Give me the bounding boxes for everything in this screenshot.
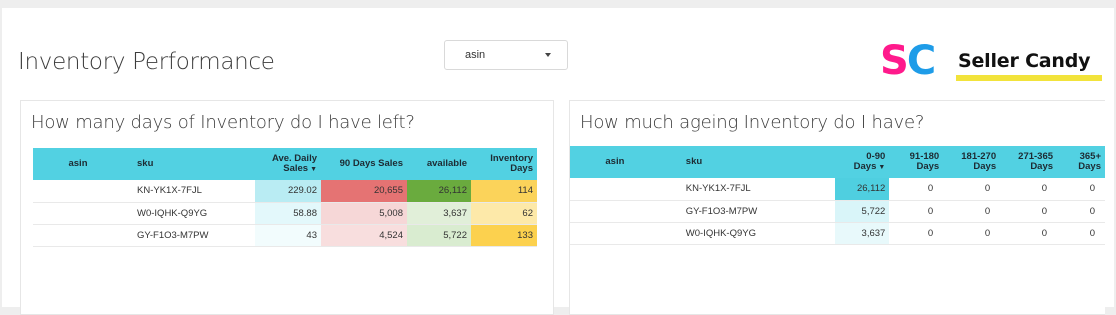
cell-sku: W0-IQHK-Q9YG (123, 202, 255, 225)
col-90-days-sales[interactable]: 90 Days Sales (321, 148, 407, 180)
header-line: Days (853, 160, 877, 172)
cell-365-plus-days: 0 (1057, 178, 1105, 201)
brand-name: Seller Candy (958, 50, 1091, 72)
cell-inventory-days: 114 (471, 180, 537, 203)
cell-sku: KN-YK1X-7FJL (123, 180, 255, 203)
col-asin[interactable]: asin (33, 148, 123, 180)
col-365-plus-days[interactable]: 365+ Days (1057, 146, 1105, 178)
cell-0-90-days: 5,722 (835, 200, 890, 223)
col-sku[interactable]: sku (659, 146, 836, 178)
cell-90-days-sales: 20,655 (321, 180, 407, 203)
cell-ave-daily-sales: 229.02 (255, 180, 321, 203)
col-0-90-days[interactable]: 0-90 Days ▼ (835, 146, 890, 178)
cell-181-270-days: 0 (943, 178, 1001, 201)
brand-underline (956, 75, 1102, 81)
col-271-365-days[interactable]: 271-365 Days (1000, 146, 1058, 178)
cell-available: 26,112 (407, 180, 471, 203)
ageing-inventory-panel: How much ageing Inventory do I have? asi… (569, 100, 1105, 315)
cell-0-90-days: 26,112 (835, 178, 890, 201)
cell-sku: GY-F1O3-M7PW (123, 224, 255, 247)
col-181-270-days[interactable]: 181-270 Days (943, 146, 1001, 178)
cell-ave-daily-sales: 43 (255, 224, 321, 247)
col-91-180-days[interactable]: 91-180 Days (889, 146, 944, 178)
cell-inventory-days: 133 (471, 224, 537, 247)
table-header-row: asin sku 0-90 Days▼ 91-180 Days 181-270 (570, 146, 1105, 178)
asin-dropdown[interactable]: asin (444, 40, 568, 70)
cell-sku: GY-F1O3-M7PW (659, 200, 836, 223)
panel-title: How much ageing Inventory do I have? (580, 112, 925, 133)
days-of-inventory-table: asin sku Ave. Daily Sales ▼ 90 Days Sales… (33, 148, 537, 247)
cell-asin (570, 222, 660, 245)
col-inventory-days[interactable]: Inventory Days (471, 148, 537, 180)
cell-available: 3,637 (407, 202, 471, 225)
sort-desc-icon[interactable]: ▼ (310, 165, 317, 175)
cell-asin (33, 202, 123, 225)
ageing-inventory-table: asin sku 0-90 Days▼ 91-180 Days 181-270 (570, 146, 1105, 245)
cell-asin (33, 180, 123, 203)
cell-90-days-sales: 5,008 (321, 202, 407, 225)
report-canvas: Inventory Performance asin SC Seller Can… (2, 8, 1114, 315)
header-line: Sales (283, 162, 309, 174)
col-asin[interactable]: asin (570, 146, 660, 178)
cell-271-365-days: 0 (1000, 222, 1058, 245)
panel-title: How many days of Inventory do I have lef… (31, 112, 415, 133)
table-row[interactable]: GY-F1O3-M7PW 5,722 0 0 0 0 (570, 200, 1105, 223)
cell-271-365-days: 0 (1000, 200, 1058, 223)
cell-available: 5,722 (407, 224, 471, 247)
cell-inventory-days: 62 (471, 202, 537, 225)
header-line: Days (1078, 161, 1101, 172)
cell-asin (33, 224, 123, 247)
col-ave-daily-sales[interactable]: Ave. Daily Sales ▼ (255, 148, 321, 180)
days-of-inventory-panel: How many days of Inventory do I have lef… (20, 100, 554, 315)
cell-91-180-days: 0 (889, 222, 944, 245)
cell-asin (570, 178, 660, 201)
header-line: Days (510, 163, 533, 174)
logo-mark: SC (880, 38, 936, 84)
seller-candy-logo: SC Seller Candy (880, 38, 1104, 84)
cell-181-270-days: 0 (943, 200, 1001, 223)
table-row[interactable]: GY-F1O3-M7PW 43 4,524 5,722 133 (33, 224, 537, 247)
table-row[interactable]: KN-YK1X-7FJL 26,112 0 0 0 0 (570, 178, 1105, 201)
col-sku[interactable]: sku (123, 148, 255, 180)
cell-181-270-days: 0 (943, 222, 1001, 245)
cell-271-365-days: 0 (1000, 178, 1058, 201)
table-header-row: asin sku Ave. Daily Sales ▼ 90 Days Sales… (33, 148, 537, 180)
cell-91-180-days: 0 (889, 200, 944, 223)
header-line: Days (973, 161, 997, 172)
page-title: Inventory Performance (18, 49, 275, 75)
cell-0-90-days: 3,637 (835, 222, 890, 245)
header-line: Days (916, 161, 940, 172)
cell-91-180-days: 0 (889, 178, 944, 201)
table-row[interactable]: W0-IQHK-Q9YG 3,637 0 0 0 0 (570, 222, 1105, 245)
table-row[interactable]: W0-IQHK-Q9YG 58.88 5,008 3,637 62 (33, 202, 537, 225)
header-line: Days (1030, 161, 1054, 172)
cell-sku: W0-IQHK-Q9YG (659, 222, 836, 245)
table-row[interactable]: KN-YK1X-7FJL 229.02 20,655 26,112 114 (33, 180, 537, 203)
cell-ave-daily-sales: 58.88 (255, 202, 321, 225)
cell-365-plus-days: 0 (1057, 222, 1105, 245)
cell-365-plus-days: 0 (1057, 200, 1105, 223)
cell-asin (570, 200, 660, 223)
dropdown-label: asin (465, 49, 486, 61)
chevron-down-icon (545, 53, 551, 57)
cell-90-days-sales: 4,524 (321, 224, 407, 247)
report-page: Inventory Performance asin SC Seller Can… (0, 0, 1116, 315)
cell-sku: KN-YK1X-7FJL (659, 178, 836, 201)
col-available[interactable]: available (407, 148, 471, 180)
sort-desc-icon[interactable]: ▼ (878, 163, 885, 173)
